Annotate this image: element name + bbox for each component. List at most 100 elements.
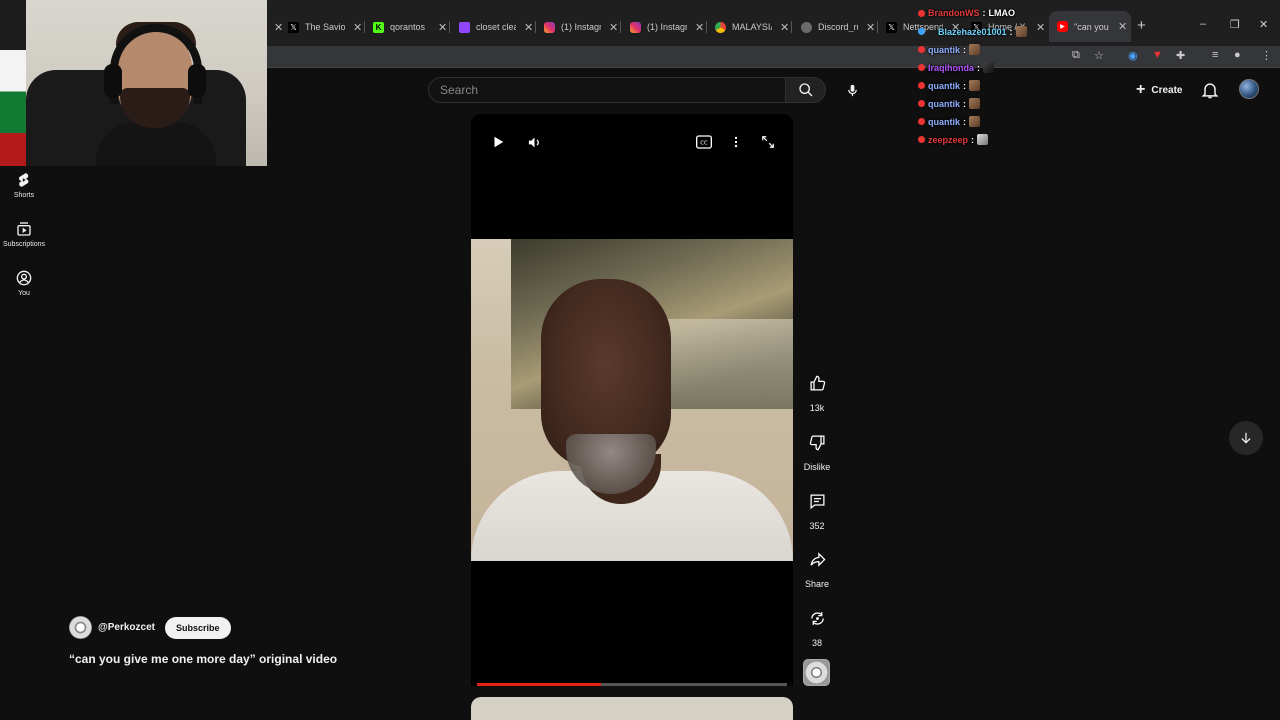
volume-button[interactable]: [524, 132, 544, 152]
close-icon[interactable]: ✕: [524, 21, 533, 34]
youtube-icon: ▶: [1057, 21, 1068, 32]
channel-avatar[interactable]: [69, 616, 92, 639]
chat-username: Iraqihonda: [928, 62, 975, 73]
share-icon: [809, 551, 825, 567]
voice-search-button[interactable]: [838, 76, 866, 104]
comments-circle: [803, 487, 831, 515]
dislike-button[interactable]: Dislike: [800, 428, 834, 472]
create-button[interactable]: + Create: [1128, 78, 1192, 102]
close-icon[interactable]: ✕: [609, 21, 618, 34]
dislike-circle: [803, 428, 831, 456]
close-icon[interactable]: ✕: [1118, 20, 1127, 33]
tab-close-partial[interactable]: ✕: [266, 15, 283, 39]
shorts-player[interactable]: CC: [471, 114, 793, 686]
video-progress-bar[interactable]: [477, 683, 787, 686]
search-icon: [798, 83, 812, 97]
discord-icon: [801, 21, 812, 33]
chat-text: LMAO: [988, 8, 1016, 18]
play-icon: [494, 136, 504, 148]
twitch-icon: [459, 21, 470, 33]
fullscreen-icon: [762, 136, 774, 148]
close-icon[interactable]: ✕: [1036, 21, 1045, 34]
notifications-button[interactable]: [1200, 80, 1220, 100]
captions-button[interactable]: CC: [694, 132, 714, 152]
sidebar-item-shorts[interactable]: Shorts: [0, 172, 48, 199]
comments-button[interactable]: 352: [800, 487, 834, 531]
next-short-preview[interactable]: [471, 697, 793, 720]
close-icon[interactable]: ✕: [438, 21, 447, 34]
headset-earcup: [188, 64, 206, 98]
browser-tab[interactable]: 𝕏 The Saviour ✕: [288, 15, 362, 39]
chat-separator: :: [977, 62, 981, 73]
chat-message: quantik :: [918, 116, 981, 127]
media-control-icon[interactable]: ≡: [1212, 49, 1218, 61]
browser-tab-active[interactable]: ▶ "can you give me ✕: [1049, 11, 1131, 42]
captions-icon: CC: [696, 135, 712, 149]
chat-badge-icon: [918, 118, 925, 125]
account-avatar[interactable]: [1239, 79, 1259, 99]
chat-username: quantik: [928, 98, 961, 109]
play-button[interactable]: [488, 132, 508, 152]
video-progress-fill: [477, 683, 601, 686]
more-options-button[interactable]: [726, 132, 746, 152]
chat-emote-icon: [969, 44, 981, 55]
chat-emote-icon: [977, 134, 989, 145]
chat-separator: :: [982, 8, 986, 18]
chat-message: quantik :: [918, 80, 981, 91]
browser-tab[interactable]: Discord_rules ✕: [801, 15, 875, 39]
browser-tab[interactable]: closet clean ✕: [459, 15, 533, 39]
original-sound-thumbnail[interactable]: [803, 659, 830, 686]
close-icon[interactable]: ✕: [353, 21, 362, 34]
new-tab-button[interactable]: +: [1137, 17, 1146, 34]
streamer-webcam: [0, 0, 267, 166]
remix-button[interactable]: 38: [800, 604, 834, 648]
sidebar-item-subscriptions[interactable]: Subscriptions: [0, 221, 48, 248]
subscribe-button[interactable]: Subscribe: [165, 616, 231, 639]
browser-menu-icon[interactable]: ⋮: [1261, 49, 1272, 62]
chat-badge-icon: [918, 9, 925, 17]
chat-separator: :: [963, 98, 967, 109]
extension-icon[interactable]: ▼: [1152, 49, 1163, 61]
more-vert-icon: [734, 136, 738, 148]
extensions-puzzle-icon[interactable]: ✚: [1176, 49, 1185, 62]
like-button[interactable]: 13k: [800, 369, 834, 413]
short-title: “can you give me one more day” original …: [69, 652, 338, 666]
streamer-shirt: [96, 122, 216, 166]
minimize-button[interactable]: –: [1200, 18, 1206, 30]
sidebar-item-you[interactable]: You: [0, 270, 48, 297]
chat-badge-icon: [918, 100, 925, 107]
maximize-button[interactable]: ❐: [1230, 18, 1240, 31]
install-app-icon[interactable]: ⧉: [1072, 49, 1080, 62]
bookmark-star-icon[interactable]: ☆: [1094, 49, 1104, 62]
fullscreen-button[interactable]: [758, 132, 778, 152]
headset-earcup: [104, 64, 122, 98]
chat-emote-icon: [969, 98, 981, 109]
close-icon[interactable]: ✕: [780, 21, 789, 34]
chat-message: Blazehaze01001 :: [918, 26, 1027, 37]
search-button[interactable]: [786, 77, 826, 103]
browser-tab[interactable]: MALAYSIA ✕: [715, 15, 789, 39]
chrome-icon: [715, 21, 726, 33]
browser-tab[interactable]: K qorantos ✕: [373, 15, 447, 39]
channel-name[interactable]: @Perkozcet: [98, 622, 155, 633]
chat-message: Iraqihonda :: [918, 62, 995, 73]
arrow-down-icon: [1241, 432, 1251, 444]
profile-icon[interactable]: ●: [1234, 49, 1241, 61]
instagram-icon: [630, 21, 641, 33]
tab-divider: [364, 21, 365, 33]
close-icon[interactable]: ✕: [866, 21, 875, 34]
chat-emote-icon: [983, 62, 995, 73]
search-input[interactable]: [429, 78, 785, 102]
share-button[interactable]: Share: [800, 545, 834, 589]
svg-text:CC: CC: [700, 141, 708, 147]
close-icon[interactable]: ✕: [695, 21, 704, 34]
close-window-button[interactable]: ✕: [1259, 18, 1268, 31]
chat-badge-icon: [918, 136, 925, 143]
next-video-button[interactable]: [1229, 421, 1263, 455]
thumbs-up-icon: [809, 375, 825, 391]
extension-icon[interactable]: ◉: [1128, 49, 1138, 62]
browser-tab[interactable]: (1) Instagram ✕: [544, 15, 618, 39]
chat-username: BrandonWS: [928, 8, 980, 18]
browser-tab[interactable]: (1) Instagram ✕: [630, 15, 704, 39]
tab-divider: [449, 21, 450, 33]
